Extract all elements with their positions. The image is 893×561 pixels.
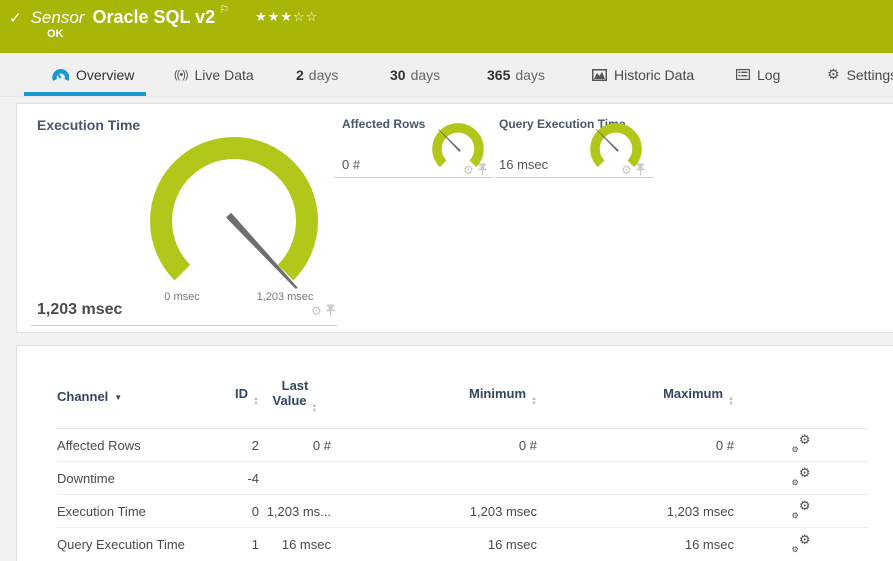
execution-time-gauge-dial	[150, 137, 318, 290]
column-header-channel-label: Channel	[57, 388, 109, 404]
tab-live-data-label: Live Data	[194, 66, 254, 83]
status-badge: OK	[47, 28, 64, 40]
table-row[interactable]: Downtime -4 ⚙ ⚙	[57, 462, 868, 495]
tab-overview-label: Overview	[76, 66, 135, 83]
column-header-last-value-line1: Last	[281, 378, 309, 393]
tab-log-label: Log	[757, 66, 781, 83]
tab-settings-label: Settings	[846, 66, 893, 83]
tab-log[interactable]: Log	[736, 53, 780, 96]
channel-maximum: 0 #	[715, 437, 734, 453]
tab-bar: Overview ((•)) Live Data 2 days 30 days …	[0, 53, 893, 97]
gauge-execution-time-title: Execution Time	[37, 117, 141, 133]
settings-gear-icon: ⚙	[827, 66, 840, 82]
pin-icon[interactable]	[478, 163, 487, 176]
page-title: Oracle SQL v2	[92, 7, 216, 27]
cell-divider	[31, 325, 337, 326]
cell-divider	[495, 177, 653, 178]
channel-id: -4	[247, 470, 259, 486]
channel-id: 1	[251, 537, 259, 552]
tab-settings[interactable]: ⚙ Settings	[827, 53, 893, 96]
tab-historic-data[interactable]: Historic Data	[592, 53, 694, 96]
historic-chart-icon	[592, 68, 607, 81]
gauges-panel: Execution Time 0 msec 1,203 msec 1,203 m…	[16, 103, 893, 333]
channels-table: Channel ▼ ID ▲ ▼ Last Value ▲ ▼ Minimum ▲ ▼ Max…	[57, 346, 868, 561]
cell-divider	[334, 177, 492, 178]
flag-icon[interactable]: ⚐	[219, 3, 229, 16]
table-header-row: Channel ▼ ID ▲ ▼ Last Value ▲ ▼ Minimum ▲ ▼ Max…	[57, 346, 868, 429]
channel-last-value: 0 #	[312, 437, 331, 453]
column-header-id-label: ID	[235, 385, 249, 401]
column-header-last-value[interactable]: Last Value ▲ ▼	[259, 378, 331, 414]
tab-2-days-unit: days	[308, 66, 339, 83]
tab-30-days-unit: days	[410, 66, 441, 83]
column-header-minimum[interactable]: Minimum ▲ ▼	[331, 386, 537, 407]
column-header-id[interactable]: ID ▲ ▼	[227, 386, 259, 407]
affected-rows-actions: ⚙	[463, 163, 487, 176]
channel-settings-gear-icon[interactable]: ⚙	[621, 164, 632, 176]
stars-filled[interactable]: ★★★	[255, 9, 293, 24]
stars-empty[interactable]: ☆☆	[293, 9, 318, 24]
channel-name[interactable]: Downtime	[57, 471, 227, 486]
channel-settings-gears-icon[interactable]: ⚙ ⚙	[792, 498, 811, 520]
channel-settings-gear-icon[interactable]: ⚙	[463, 164, 474, 176]
tab-365-days[interactable]: 365 days	[487, 53, 545, 96]
tab-365-days-unit: days	[515, 66, 545, 83]
affected-rows-value: 0 #	[342, 157, 361, 172]
sort-arrows-icon: ▲ ▼	[728, 395, 734, 407]
channel-maximum: 16 msec	[684, 537, 734, 552]
table-row[interactable]: Execution Time 0 1,203 ms... 1,203 msec …	[57, 495, 868, 528]
live-data-icon: ((•))	[174, 68, 188, 81]
channel-settings-gears-icon[interactable]: ⚙ ⚙	[792, 465, 811, 487]
channel-name[interactable]: Execution Time	[57, 504, 227, 519]
execution-time-value: 1,203 msec	[37, 301, 123, 318]
channel-minimum: 0 #	[518, 437, 537, 453]
channel-settings-gear-icon[interactable]: ⚙	[311, 305, 322, 317]
active-tab-indicator	[24, 92, 146, 96]
column-header-minimum-label: Minimum	[468, 385, 527, 401]
tab-live-data[interactable]: ((•)) Live Data	[174, 53, 254, 96]
column-header-last-value-line2: Value	[272, 393, 307, 408]
channel-minimum: 16 msec	[487, 537, 537, 552]
query-execution-time-actions: ⚙	[621, 163, 645, 176]
channels-panel: Channel ▼ ID ▲ ▼ Last Value ▲ ▼ Minimum ▲ ▼ Max…	[16, 345, 893, 561]
tab-2-days-number: 2	[296, 66, 304, 83]
tab-historic-data-label: Historic Data	[614, 66, 695, 83]
priority-stars[interactable]: ★★★☆☆	[255, 9, 318, 25]
channel-minimum: 1,203 msec	[469, 503, 537, 519]
sort-arrows-icon: ▲ ▼	[311, 403, 318, 414]
channel-name[interactable]: Affected Rows	[57, 438, 227, 453]
table-row[interactable]: Affected Rows 2 0 # 0 # 0 # ⚙ ⚙	[57, 429, 868, 462]
sort-caret-icon: ▼	[114, 392, 123, 402]
column-header-channel[interactable]: Channel ▼	[57, 389, 227, 404]
channel-maximum: 1,203 msec	[666, 503, 734, 519]
gauge-scale-max-label: 1,203 msec	[256, 291, 314, 303]
channel-last-value: 1,203 ms...	[266, 503, 331, 519]
object-kind-label: Sensor	[30, 8, 85, 27]
pin-icon[interactable]	[326, 304, 335, 317]
tab-2-days[interactable]: 2 days	[296, 53, 338, 96]
channel-id: 0	[251, 503, 259, 519]
column-header-maximum[interactable]: Maximum ▲ ▼	[537, 386, 734, 407]
log-icon	[736, 69, 750, 80]
channel-id: 2	[251, 437, 259, 453]
pin-icon[interactable]	[636, 163, 645, 176]
channel-last-value: 16 msec	[281, 537, 331, 552]
tab-365-days-number: 365	[487, 66, 511, 83]
execution-time-actions: ⚙	[311, 304, 335, 317]
tab-30-days[interactable]: 30 days	[390, 53, 440, 96]
gauge-affected-rows-title: Affected Rows	[342, 117, 426, 131]
channel-settings-gears-icon[interactable]: ⚙ ⚙	[792, 532, 811, 554]
query-execution-time-value: 16 msec	[499, 157, 549, 172]
tab-30-days-number: 30	[390, 66, 406, 83]
channel-name[interactable]: Query Execution Time	[57, 537, 227, 552]
sensor-header: ✓ Sensor Oracle SQL v2 ⚐ ★★★☆☆ OK	[0, 0, 893, 53]
table-row[interactable]: Query Execution Time 1 16 msec 16 msec 1…	[57, 528, 868, 561]
tab-overview[interactable]: Overview	[52, 53, 134, 96]
gauge-icon	[52, 68, 69, 82]
channel-settings-gears-icon[interactable]: ⚙ ⚙	[792, 432, 811, 454]
column-header-maximum-label: Maximum	[663, 385, 724, 401]
status-check-icon: ✓	[9, 10, 22, 27]
gauge-scale-min-label: 0 msec	[164, 291, 200, 303]
